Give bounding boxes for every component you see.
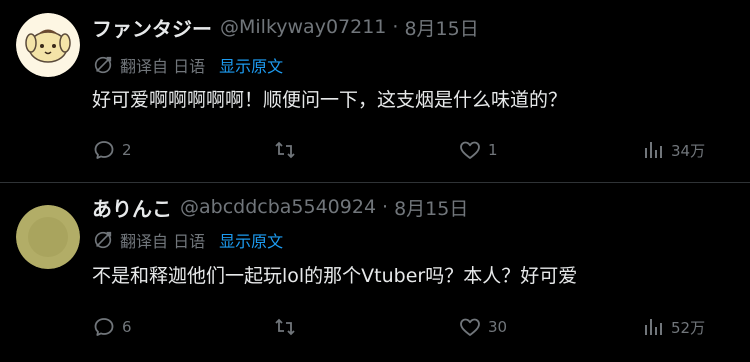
avatar[interactable]	[16, 205, 80, 269]
translation-notice: 翻译自 日语 显示原文	[92, 228, 283, 252]
tweet-header: ありんこ @abcddcba5540924 · 8月15日	[92, 192, 468, 222]
like-icon	[460, 318, 480, 336]
reply-icon	[94, 318, 114, 336]
tweet-text: 不是和释迦他们一起玩lol的那个Vtuber吗？本人？好可爱	[92, 265, 578, 287]
reply-count: 2	[122, 141, 132, 159]
retweet-icon	[275, 141, 295, 159]
view-count: 52万	[671, 318, 706, 337]
reply-button[interactable]: 2	[92, 136, 132, 164]
like-icon	[460, 141, 480, 159]
show-original-link[interactable]: 显示原文	[219, 228, 283, 252]
translated-from-label: 翻译自 日语	[120, 57, 206, 76]
retweet-button[interactable]	[273, 136, 303, 164]
tweet[interactable]: ありんこ @abcddcba5540924 · 8月15日 翻译自 日语 显示原…	[0, 183, 750, 362]
views-button[interactable]: 52万	[641, 313, 705, 341]
like-button[interactable]: 30	[458, 313, 507, 341]
show-original-link[interactable]: 显示原文	[219, 53, 283, 77]
display-name[interactable]: ありんこ	[92, 193, 172, 222]
separator-dot: ·	[382, 196, 389, 218]
tweet-header: ファンタジー @Milkyway07211 · 8月15日	[92, 12, 479, 42]
avatar[interactable]	[16, 13, 80, 77]
display-name[interactable]: ファンタジー	[92, 13, 212, 42]
retweet-icon	[275, 318, 295, 336]
like-count: 1	[488, 141, 498, 159]
translated-from-label: 翻译自 日语	[120, 232, 206, 251]
user-handle[interactable]: @abcddcba5540924	[180, 196, 376, 218]
translate-icon	[94, 231, 112, 249]
user-handle[interactable]: @Milkyway07211	[220, 16, 386, 38]
translation-notice: 翻译自 日语 显示原文	[92, 53, 283, 77]
separator-dot: ·	[392, 16, 399, 38]
tweet-text: 好可爱啊啊啊啊啊！顺便问一下，这支烟是什么味道的？	[92, 89, 568, 111]
translate-icon	[94, 56, 112, 74]
tweet-actions: 6 30 52万	[92, 313, 732, 341]
views-button[interactable]: 34万	[641, 136, 705, 164]
retweet-button[interactable]	[273, 313, 303, 341]
like-count: 30	[488, 318, 508, 336]
reply-button[interactable]: 6	[92, 313, 132, 341]
tweet-actions: 2 1 34万	[92, 136, 732, 164]
like-button[interactable]: 1	[458, 136, 498, 164]
tweet-date[interactable]: 8月15日	[394, 194, 468, 221]
view-count: 34万	[671, 141, 706, 160]
tweet[interactable]: ファンタジー @Milkyway07211 · 8月15日 翻译自 日语 显示原…	[0, 0, 750, 183]
views-icon	[645, 319, 662, 335]
tweet-date[interactable]: 8月15日	[404, 14, 478, 41]
reply-count: 6	[122, 318, 132, 336]
reply-icon	[94, 141, 114, 159]
views-icon	[645, 142, 662, 158]
